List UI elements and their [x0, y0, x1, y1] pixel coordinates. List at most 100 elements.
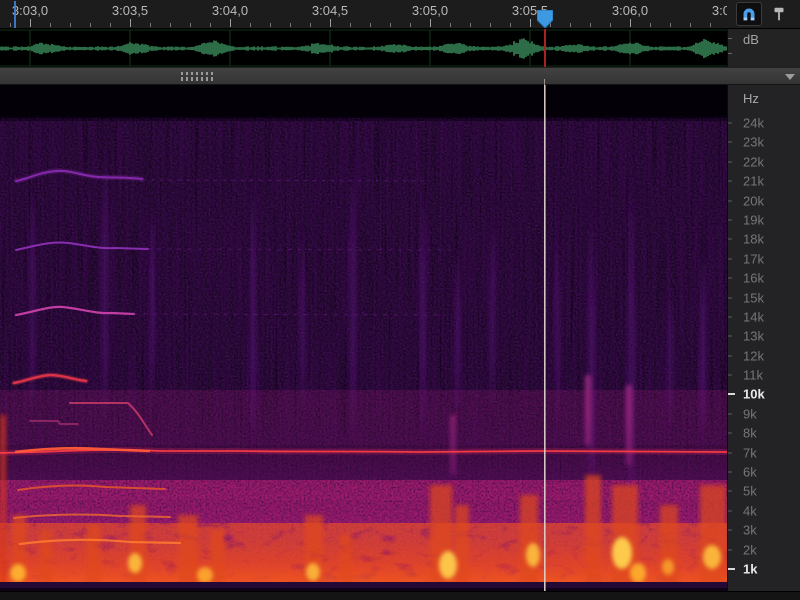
- ruler-tick: [390, 23, 391, 27]
- freq-scale-tick: [728, 355, 732, 356]
- freq-scale-tick: [728, 142, 732, 143]
- freq-scale-tick: [728, 336, 732, 337]
- freq-scale-tick: [728, 413, 732, 414]
- panel-bottom-bar: [0, 591, 800, 600]
- ruler-tick: [250, 23, 251, 27]
- playhead-waveform-line: [544, 29, 546, 67]
- db-scale-tick: [728, 38, 732, 39]
- ruler-tick: [150, 23, 151, 27]
- amplitude-scale-sidebar: dB: [727, 29, 800, 67]
- hz-unit-label: Hz: [743, 91, 759, 106]
- freq-scale-label: 24k: [743, 116, 764, 131]
- marker-pin-icon: [770, 5, 788, 23]
- ruler-time-label: 3:04,0: [212, 3, 248, 18]
- ruler-tick: [170, 23, 171, 27]
- freq-scale-tick: [728, 491, 732, 492]
- marker-pin-button[interactable]: [766, 2, 792, 26]
- freq-scale-label: 20k: [743, 193, 764, 208]
- freq-scale-tick: [728, 375, 732, 376]
- freq-scale-tick: [728, 472, 732, 473]
- freq-scale-tick: [728, 278, 732, 279]
- freq-scale-label: 7k: [743, 445, 757, 460]
- freq-scale-tick: [728, 510, 732, 511]
- freq-scale-label: 17k: [743, 251, 764, 266]
- freq-scale-label: 6k: [743, 465, 757, 480]
- freq-scale-label: 2k: [743, 542, 757, 557]
- ruler-toolbar: [727, 0, 800, 29]
- ruler-tick: [230, 19, 231, 27]
- time-ruler[interactable]: 3:03,03:03,53:04,03:04,53:05,03:05,53:06…: [0, 0, 727, 29]
- ruler-tick: [210, 23, 211, 27]
- freq-scale-tick: [728, 123, 732, 124]
- freq-scale-label: 1k: [743, 561, 757, 576]
- freq-scale-tick: [728, 219, 732, 220]
- ruler-tick: [130, 19, 131, 27]
- freq-scale-label: 13k: [743, 329, 764, 344]
- freq-scale-label: 19k: [743, 212, 764, 227]
- frequency-scale-sidebar: Hz 24k23k22k21k20k19k18k17k16k15k14k13k1…: [727, 85, 800, 591]
- ruler-time-label: 3:05,0: [412, 3, 448, 18]
- ruler-time-label: 3:04,5: [312, 3, 348, 18]
- freq-scale-tick: [728, 316, 732, 317]
- ruler-tick: [430, 19, 431, 27]
- freq-scale-tick: [728, 161, 732, 162]
- playhead-spectrogram-line: [544, 85, 546, 591]
- freq-scale-tick: [728, 433, 732, 434]
- freq-scale-label: 15k: [743, 290, 764, 305]
- ruler-tick: [510, 23, 511, 27]
- freq-scale-label: 14k: [743, 309, 764, 324]
- freq-scale-label: 3k: [743, 523, 757, 538]
- freq-scale-tick: [728, 393, 735, 395]
- ruler-tick: [690, 23, 691, 27]
- ruler-tick: [590, 23, 591, 27]
- ruler-tick: [110, 23, 111, 27]
- ruler-tick: [570, 23, 571, 27]
- freq-scale-tick: [728, 297, 732, 298]
- freq-scale-tick: [728, 181, 732, 182]
- freq-scale-label: 22k: [743, 154, 764, 169]
- freq-scale-label: 4k: [743, 503, 757, 518]
- freq-scale-tick: [728, 452, 732, 453]
- ruler-time-label: 3:06,0: [612, 3, 648, 18]
- freq-scale-label: 12k: [743, 348, 764, 363]
- ruler-tick: [310, 23, 311, 27]
- ruler-tick: [670, 23, 671, 27]
- waveform-overview[interactable]: [0, 29, 727, 67]
- ruler-tick: [470, 23, 471, 27]
- ruler-tick: [530, 19, 531, 27]
- freq-scale-label: 9k: [743, 406, 757, 421]
- chevron-down-icon[interactable]: [785, 74, 795, 80]
- ruler-tick: [450, 23, 451, 27]
- ruler-tick: [350, 23, 351, 27]
- freq-scale-tick: [728, 549, 732, 550]
- ruler-time-label: 3:03,0: [12, 3, 48, 18]
- ruler-tick: [610, 23, 611, 27]
- freq-scale-label: 5k: [743, 484, 757, 499]
- spectrogram-image: [0, 85, 727, 591]
- freq-scale-tick: [728, 200, 732, 201]
- ruler-tick: [290, 23, 291, 27]
- ruler-tick: [90, 23, 91, 27]
- ruler-tick: [270, 23, 271, 27]
- magnet-icon: [740, 5, 758, 23]
- ruler-tick: [710, 23, 711, 27]
- db-unit-label: dB: [743, 32, 759, 47]
- ruler-tick: [650, 23, 651, 27]
- freq-scale-tick: [728, 568, 735, 570]
- ruler-time-label: 3:03,5: [112, 3, 148, 18]
- ruler-tick: [630, 19, 631, 27]
- playhead-marker[interactable]: [537, 10, 553, 29]
- snap-toggle-button[interactable]: [736, 2, 762, 26]
- ruler-tick: [30, 19, 31, 27]
- ruler-tick: [10, 23, 11, 27]
- spectrogram-display[interactable]: [0, 85, 727, 591]
- freq-scale-label: 11k: [743, 368, 763, 383]
- ruler-tick: [410, 23, 411, 27]
- panel-divider-bar: [0, 67, 800, 85]
- ruler-tick: [190, 23, 191, 27]
- freq-scale-label: 16k: [743, 271, 764, 286]
- freq-scale-label: 23k: [743, 135, 764, 150]
- divider-grip-handle[interactable]: [181, 72, 215, 81]
- freq-scale-label: 8k: [743, 426, 757, 441]
- ruler-tick: [490, 23, 491, 27]
